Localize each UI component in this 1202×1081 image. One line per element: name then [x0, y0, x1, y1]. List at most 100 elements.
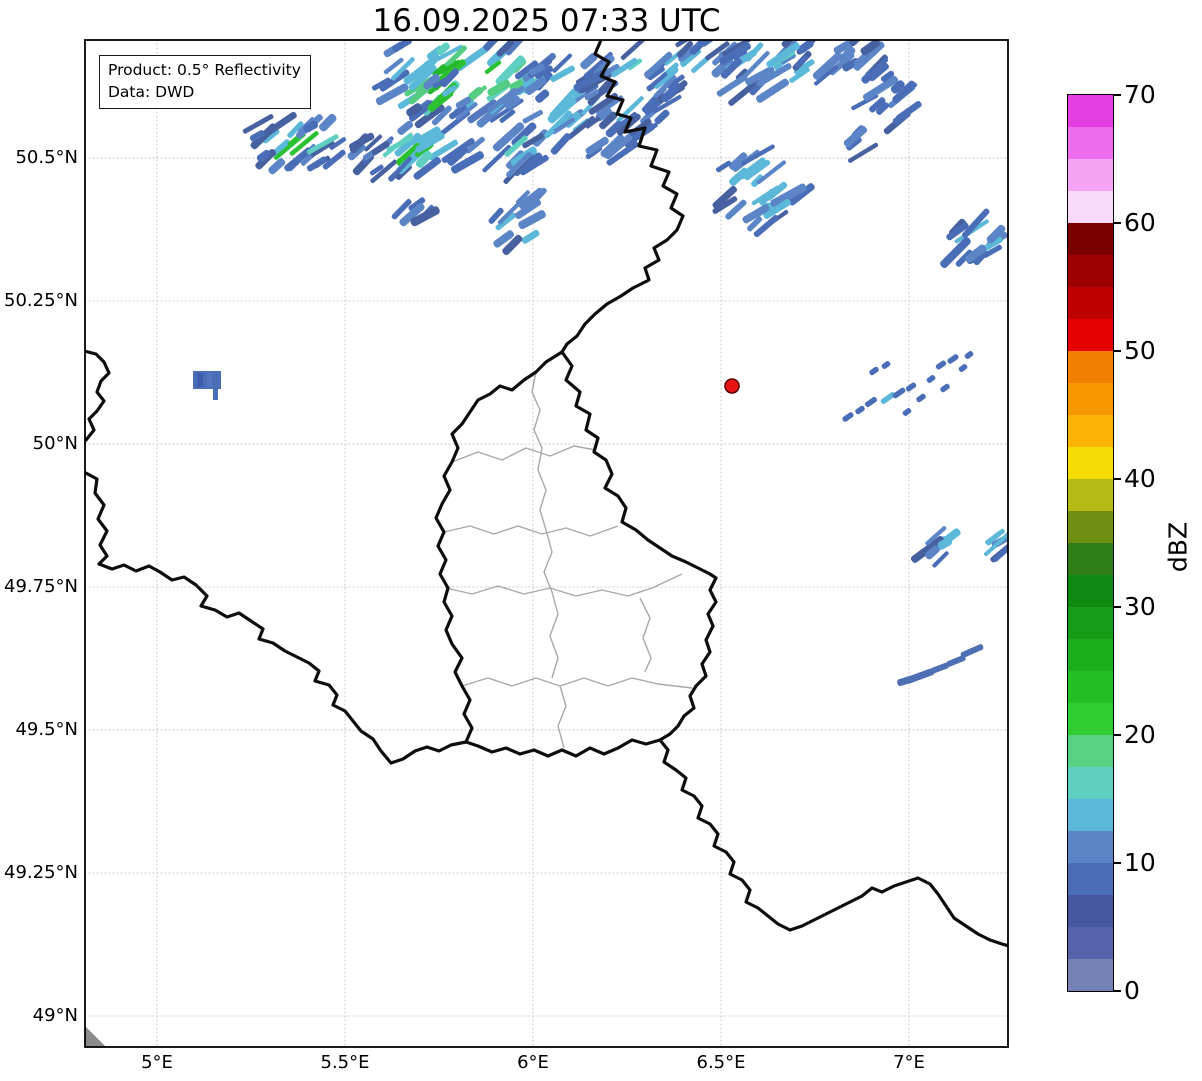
- colorbar-segment: [1068, 95, 1113, 127]
- radar-map-canvas: [0, 0, 1202, 1081]
- echo-streak: [549, 65, 575, 83]
- colorbar-tick-value: 60: [1124, 208, 1156, 238]
- colorbar-segment: [1068, 383, 1113, 415]
- colorbar-tick-value: 0: [1124, 976, 1140, 1006]
- country-border: [84, 351, 109, 440]
- echo-streak: [915, 393, 926, 403]
- echo-streak: [868, 366, 879, 376]
- colorbar-segment: [1068, 415, 1113, 447]
- colorbar-tick-value: 10: [1124, 848, 1156, 878]
- latitude-tick-label: 49.75°N: [0, 575, 78, 599]
- echo-streak: [926, 374, 937, 384]
- colorbar-tick: [1114, 350, 1121, 352]
- echo-streak: [960, 643, 984, 658]
- colorbar-segment: [1068, 831, 1113, 863]
- latitude-tick-label: 49.25°N: [0, 861, 78, 885]
- colorbar-segment: [1068, 191, 1113, 223]
- colorbar-tick: [1114, 990, 1121, 992]
- longitude-tick-label: 5°E: [112, 1052, 202, 1073]
- echo-streak: [521, 229, 541, 245]
- product-line: Product: 0.5° Reflectivity: [108, 59, 301, 81]
- colorbar-segment: [1068, 639, 1113, 671]
- colorbar-segment: [1068, 703, 1113, 735]
- echo-streak: [854, 405, 865, 415]
- region-border: [452, 446, 596, 462]
- echo-streak: [522, 109, 544, 124]
- colorbar-segment: [1068, 575, 1113, 607]
- echo-streak: [620, 32, 652, 61]
- echo-block: [213, 389, 218, 400]
- region-border: [446, 574, 682, 596]
- colorbar-tick-value: 40: [1124, 464, 1156, 494]
- latitude-tick-label: 50°N: [0, 432, 78, 456]
- latitude-tick-label: 49°N: [0, 1004, 78, 1028]
- colorbar-segment: [1068, 607, 1113, 639]
- colorbar-segment: [1068, 863, 1113, 895]
- colorbar-tick: [1114, 734, 1121, 736]
- colorbar-segment: [1068, 351, 1113, 383]
- colorbar-segment: [1068, 511, 1113, 543]
- colorbar-segment: [1068, 319, 1113, 351]
- colorbar-segment: [1068, 959, 1113, 991]
- country-borders: [84, 40, 1009, 946]
- echo-streak: [849, 29, 867, 47]
- region-border: [640, 598, 651, 672]
- colorbar-tick-value: 50: [1124, 336, 1156, 366]
- colorbar-segment: [1068, 447, 1113, 479]
- reflectivity-colorbar: [1067, 94, 1114, 992]
- longitude-tick-label: 7°E: [864, 1052, 954, 1073]
- echo-streak: [895, 100, 923, 122]
- echo-streak: [864, 396, 878, 408]
- colorbar-unit-label: dBZ: [1164, 522, 1193, 572]
- colorbar-segment: [1068, 927, 1113, 959]
- country-border: [436, 352, 716, 756]
- colorbar-segment: [1068, 895, 1113, 927]
- region-border: [550, 592, 558, 678]
- latitude-tick-label: 50.5°N: [0, 146, 78, 170]
- radar-range-edge: [85, 1026, 106, 1047]
- latitude-tick-label: 49.5°N: [0, 718, 78, 742]
- colorbar-tick-value: 20: [1124, 720, 1156, 750]
- region-border: [462, 678, 692, 688]
- country-border: [660, 740, 1009, 946]
- echo-streak: [534, 88, 551, 104]
- echo-streak: [939, 383, 950, 393]
- colorbar-tick: [1114, 606, 1121, 608]
- colorbar-tick-value: 70: [1124, 80, 1156, 110]
- echo-block: [207, 373, 212, 387]
- country-border: [84, 472, 466, 763]
- radar-site-marker: [725, 379, 739, 393]
- colorbar-segment: [1068, 479, 1113, 511]
- echo-streak: [550, 132, 573, 156]
- colorbar-segment: [1068, 767, 1113, 799]
- region-border: [444, 526, 618, 536]
- colorbar-tick: [1114, 862, 1121, 864]
- echo-streak: [947, 353, 960, 364]
- echo-streak: [896, 675, 913, 687]
- colorbar-tick-value: 30: [1124, 592, 1156, 622]
- colorbar-tick: [1114, 94, 1121, 96]
- echo-streak: [902, 407, 913, 417]
- colorbar-segment: [1068, 159, 1113, 191]
- latitude-tick-label: 50.25°N: [0, 289, 78, 313]
- colorbar-segment: [1068, 735, 1113, 767]
- longitude-tick-label: 6.5°E: [676, 1052, 766, 1073]
- colorbar-tick: [1114, 222, 1121, 224]
- colorbar-segment: [1068, 223, 1113, 255]
- echo-streak: [881, 360, 892, 370]
- product-info-box: Product: 0.5° Reflectivity Data: DWD: [99, 55, 311, 109]
- colorbar-segment: [1068, 287, 1113, 319]
- colorbar-segment: [1068, 799, 1113, 831]
- colorbar-segment: [1068, 255, 1113, 287]
- colorbar-segment: [1068, 671, 1113, 703]
- longitude-tick-label: 5.5°E: [300, 1052, 390, 1073]
- weather-radar-page: 16.09.2025 07:33 UTC Product: 0.5° Refle…: [0, 0, 1202, 1081]
- region-border: [544, 530, 552, 592]
- colorbar-segment: [1068, 543, 1113, 575]
- data-source-line: Data: DWD: [108, 81, 301, 103]
- colorbar-tick: [1114, 478, 1121, 480]
- echo-block: [197, 373, 203, 387]
- echo-streak: [935, 360, 947, 371]
- echo-streak: [958, 363, 969, 373]
- region-border: [558, 686, 566, 748]
